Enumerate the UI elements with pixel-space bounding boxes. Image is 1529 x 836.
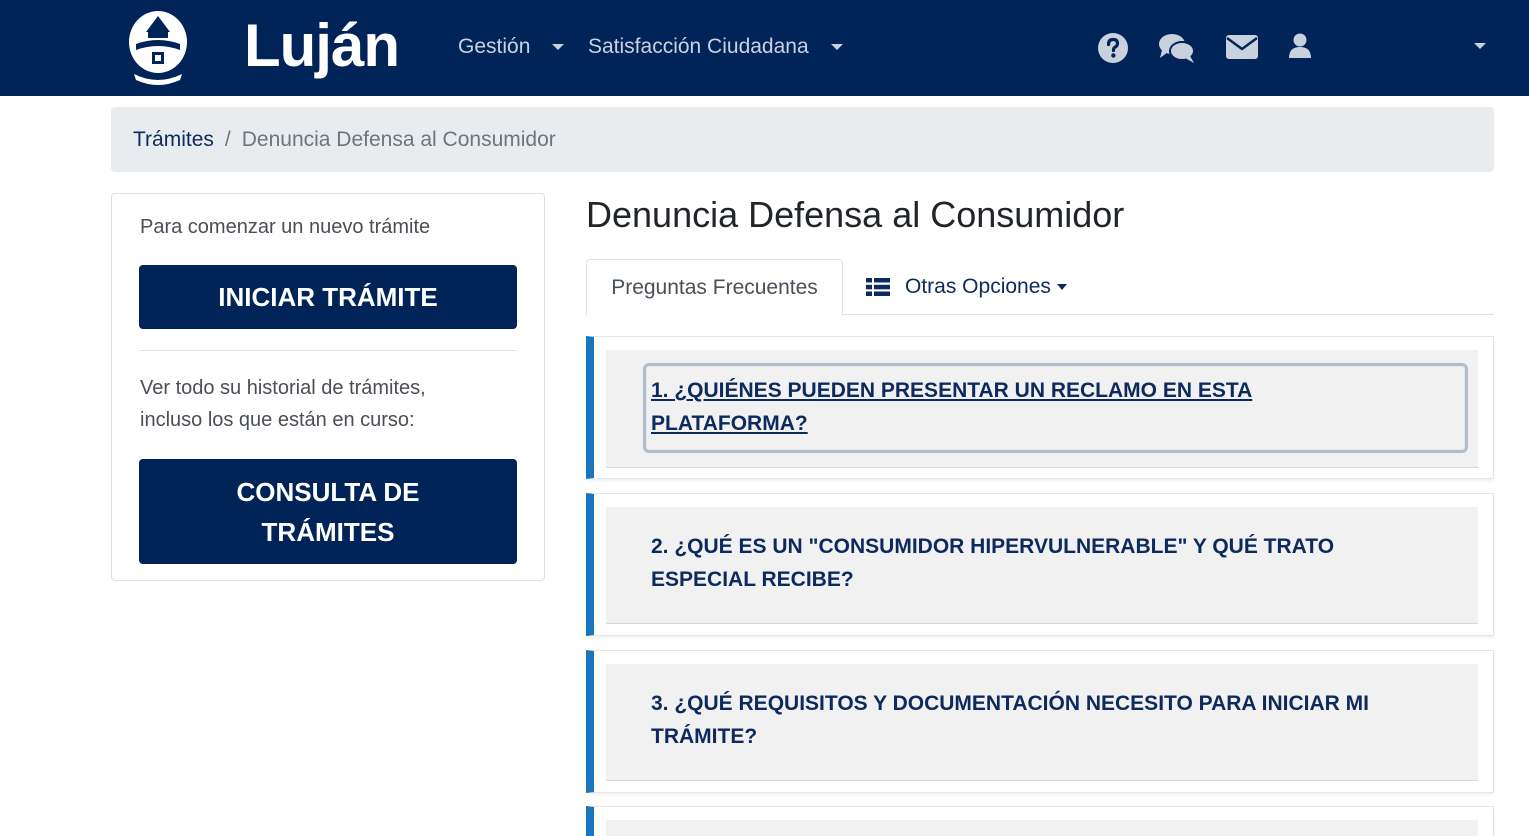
tab-otras-opciones-label: Otras Opciones bbox=[905, 275, 1051, 298]
lujan-coat-of-arms-logo[interactable] bbox=[126, 8, 190, 88]
top-navbar: Luján Gestión Satisfacción Ciudadana bbox=[0, 0, 1529, 96]
faq-item[interactable]: 3. ¿QUÉ REQUISITOS Y DOCUMENTACIÓN NECES… bbox=[586, 650, 1494, 793]
page-title: Denuncia Defensa al Consumidor bbox=[586, 194, 1125, 235]
faq-header: 2. ¿QUÉ ES UN "CONSUMIDOR HIPERVULNERABL… bbox=[606, 507, 1478, 624]
tabs-bar: Preguntas Frecuentes Otras Opciones bbox=[586, 259, 1494, 316]
faq-item[interactable]: 2. ¿QUÉ ES UN "CONSUMIDOR HIPERVULNERABL… bbox=[586, 493, 1494, 636]
faq-header bbox=[606, 820, 1478, 836]
query-procedures-button-line-1: CONSULTA DE bbox=[236, 476, 420, 507]
faq-header: 1. ¿QUIÉNES PUEDEN PRESENTAR UN RECLAMO … bbox=[606, 350, 1478, 468]
brand-name[interactable]: Luján bbox=[244, 6, 400, 86]
breadcrumb: Trámites / Denuncia Defensa al Consumido… bbox=[111, 107, 1494, 172]
breadcrumb-separator: / bbox=[224, 127, 231, 151]
list-icon bbox=[866, 278, 890, 296]
start-procedure-button[interactable]: INICIAR TRÁMITE bbox=[139, 265, 517, 329]
sidebar-divider bbox=[139, 350, 517, 351]
history-text-line-1: Ver todo su historial de trámites, bbox=[140, 377, 426, 399]
nav-menu-gestion-label: Gestión bbox=[458, 35, 531, 58]
query-procedures-button-line-2: TRÁMITES bbox=[261, 516, 395, 547]
faq-question-line-1: 3. ¿QUÉ REQUISITOS Y DOCUMENTACIÓN NECES… bbox=[651, 692, 1369, 715]
tab-preguntas-frecuentes[interactable]: Preguntas Frecuentes bbox=[586, 259, 843, 316]
faq-question-link[interactable]: 2. ¿QUÉ ES UN "CONSUMIDOR HIPERVULNERABL… bbox=[651, 530, 1334, 596]
nav-menu-gestion[interactable]: Gestión bbox=[458, 33, 565, 61]
chevron-down-icon bbox=[830, 44, 843, 50]
query-procedures-button[interactable]: CONSULTA DE TRÁMITES bbox=[139, 459, 517, 564]
user-icon[interactable] bbox=[1288, 32, 1312, 60]
chat-icon[interactable] bbox=[1158, 32, 1196, 64]
new-procedure-text: Para comenzar un nuevo trámite bbox=[140, 216, 431, 238]
faq-question-line-2: TRÁMITE? bbox=[651, 725, 758, 748]
faq-question-link[interactable]: 3. ¿QUÉ REQUISITOS Y DOCUMENTACIÓN NECES… bbox=[651, 687, 1369, 753]
faq-header: 3. ¿QUÉ REQUISITOS Y DOCUMENTACIÓN NECES… bbox=[606, 664, 1478, 781]
sidebar-card: Para comenzar un nuevo trámite INICIAR T… bbox=[111, 193, 545, 581]
faq-item[interactable] bbox=[586, 806, 1494, 836]
faq-question-line-2: PLATAFORMA? bbox=[651, 412, 808, 435]
help-icon[interactable] bbox=[1097, 32, 1129, 64]
breadcrumb-link-tramites[interactable]: Trámites bbox=[133, 128, 214, 152]
history-text-line-2: incluso los que están en curso: bbox=[140, 409, 415, 431]
faq-question-line-1: 2. ¿QUÉ ES UN "CONSUMIDOR HIPERVULNERABL… bbox=[651, 535, 1335, 558]
breadcrumb-current: Denuncia Defensa al Consumidor bbox=[241, 127, 556, 151]
chevron-down-icon bbox=[1056, 284, 1067, 290]
nav-menu-satisfaccion[interactable]: Satisfacción Ciudadana bbox=[588, 33, 843, 61]
nav-menu-satisfaccion-label: Satisfacción Ciudadana bbox=[588, 35, 809, 58]
mail-icon[interactable] bbox=[1225, 32, 1259, 60]
faq-question-link[interactable]: 1. ¿QUIÉNES PUEDEN PRESENTAR UN RECLAMO … bbox=[651, 374, 1252, 440]
chevron-down-icon bbox=[552, 44, 565, 50]
faq-item[interactable]: 1. ¿QUIÉNES PUEDEN PRESENTAR UN RECLAMO … bbox=[586, 336, 1494, 479]
user-menu-chevron-down-icon[interactable] bbox=[1474, 43, 1486, 49]
faq-question-line-1: 1. ¿QUIÉNES PUEDEN PRESENTAR UN RECLAMO … bbox=[651, 379, 1253, 402]
faq-question-line-2: ESPECIAL RECIBE? bbox=[651, 568, 854, 591]
tab-otras-opciones[interactable]: Otras Opciones bbox=[866, 259, 1067, 315]
